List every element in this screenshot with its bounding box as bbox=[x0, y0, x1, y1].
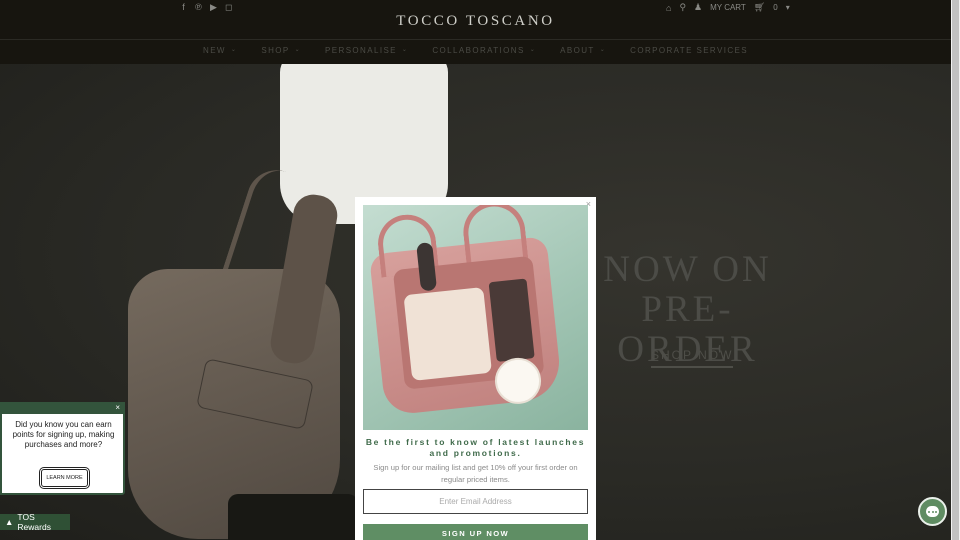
main-nav: NEW ⌄ SHOP ⌄ PERSONALISE ⌄ COLLABORATIONS ⌄ … bbox=[0, 46, 951, 55]
shop-now-link[interactable]: SHOP NOW bbox=[651, 348, 734, 368]
hero-title-line: NOW ON bbox=[603, 249, 772, 290]
nav-label: NEW bbox=[203, 46, 226, 55]
nav-label: CORPORATE SERVICES bbox=[630, 46, 748, 55]
cart-icon[interactable]: 🛒︎ bbox=[754, 2, 765, 13]
chevron-down-icon: ⌄ bbox=[294, 47, 302, 53]
popup-heading: Be the first to know of latest launches … bbox=[365, 437, 586, 458]
rewards-message: Did you know you can earn points for sig… bbox=[12, 420, 115, 449]
tote-pouch bbox=[403, 287, 493, 381]
nav-item-personalise[interactable]: PERSONALISE ⌄ bbox=[325, 46, 408, 55]
facebook-icon[interactable]: f bbox=[180, 2, 187, 12]
rewards-label: TOS Rewards bbox=[17, 512, 51, 532]
close-icon[interactable]: × bbox=[115, 402, 120, 414]
nav-label: COLLABORATIONS bbox=[432, 46, 525, 55]
chat-button[interactable] bbox=[918, 497, 947, 526]
header-divider bbox=[0, 39, 951, 40]
site-logo[interactable]: TOCCO TOSCANO bbox=[0, 13, 951, 30]
nav-item-collaborations[interactable]: COLLABORATIONS ⌄ bbox=[432, 46, 536, 55]
nav-item-new[interactable]: NEW ⌄ bbox=[203, 46, 237, 55]
chevron-down-icon: ⌄ bbox=[230, 47, 238, 53]
chevron-down-icon: ⌄ bbox=[529, 47, 537, 53]
nav-item-about[interactable]: ABOUT ⌄ bbox=[560, 46, 606, 55]
signup-modal: × Be the first to know of latest launche… bbox=[355, 197, 596, 540]
nav-label: PERSONALISE bbox=[325, 46, 397, 55]
nav-label: SHOP bbox=[261, 46, 290, 55]
nav-label: ABOUT bbox=[560, 46, 595, 55]
youtube-icon[interactable]: ▶ bbox=[210, 2, 217, 12]
cart-count[interactable]: 0 bbox=[773, 3, 777, 12]
chevron-up-icon: ▲ bbox=[5, 517, 14, 527]
chevron-down-icon[interactable]: ▾ bbox=[786, 3, 790, 12]
rewards-popup: × Did you know you can earn points for s… bbox=[0, 402, 125, 495]
learn-more-button[interactable]: LEARN MORE bbox=[39, 467, 90, 489]
utility-bar: ⌂ ⚲ ♟ MY CART 🛒︎ 0 ▾ bbox=[666, 2, 790, 13]
search-icon[interactable]: ⚲ bbox=[679, 2, 686, 13]
chevron-down-icon: ⌄ bbox=[599, 47, 607, 53]
nav-item-shop[interactable]: SHOP ⌄ bbox=[261, 46, 301, 55]
user-icon[interactable]: ♟ bbox=[694, 2, 702, 13]
page-scrollbar[interactable] bbox=[951, 0, 960, 540]
popup-product-image bbox=[363, 205, 588, 430]
chevron-down-icon: ⌄ bbox=[401, 47, 409, 53]
instagram-icon[interactable]: ◻ bbox=[225, 2, 232, 12]
email-field[interactable] bbox=[363, 489, 588, 514]
hero-model-legs bbox=[228, 494, 358, 540]
pinterest-icon[interactable]: ℗ bbox=[195, 2, 202, 12]
social-links: f ℗ ▶ ◻ bbox=[180, 2, 232, 12]
chat-bubble-icon bbox=[926, 506, 939, 517]
store-icon[interactable]: ⌂ bbox=[666, 3, 671, 13]
nav-item-corporate-services[interactable]: CORPORATE SERVICES bbox=[630, 46, 748, 55]
site-header: f ℗ ▶ ◻ TOCCO TOSCANO ⌂ ⚲ ♟ MY CART 🛒︎ 0… bbox=[0, 0, 951, 64]
rewards-launcher[interactable]: ▲ TOS Rewards bbox=[0, 512, 70, 532]
popup-subtext: Sign up for our mailing list and get 10%… bbox=[373, 463, 578, 484]
tote-bag-illustration bbox=[369, 205, 563, 416]
sign-up-button[interactable]: SIGN UP NOW bbox=[363, 524, 588, 540]
scrollbar-thumb[interactable] bbox=[952, 0, 959, 540]
account-link[interactable]: MY CART bbox=[710, 3, 746, 12]
